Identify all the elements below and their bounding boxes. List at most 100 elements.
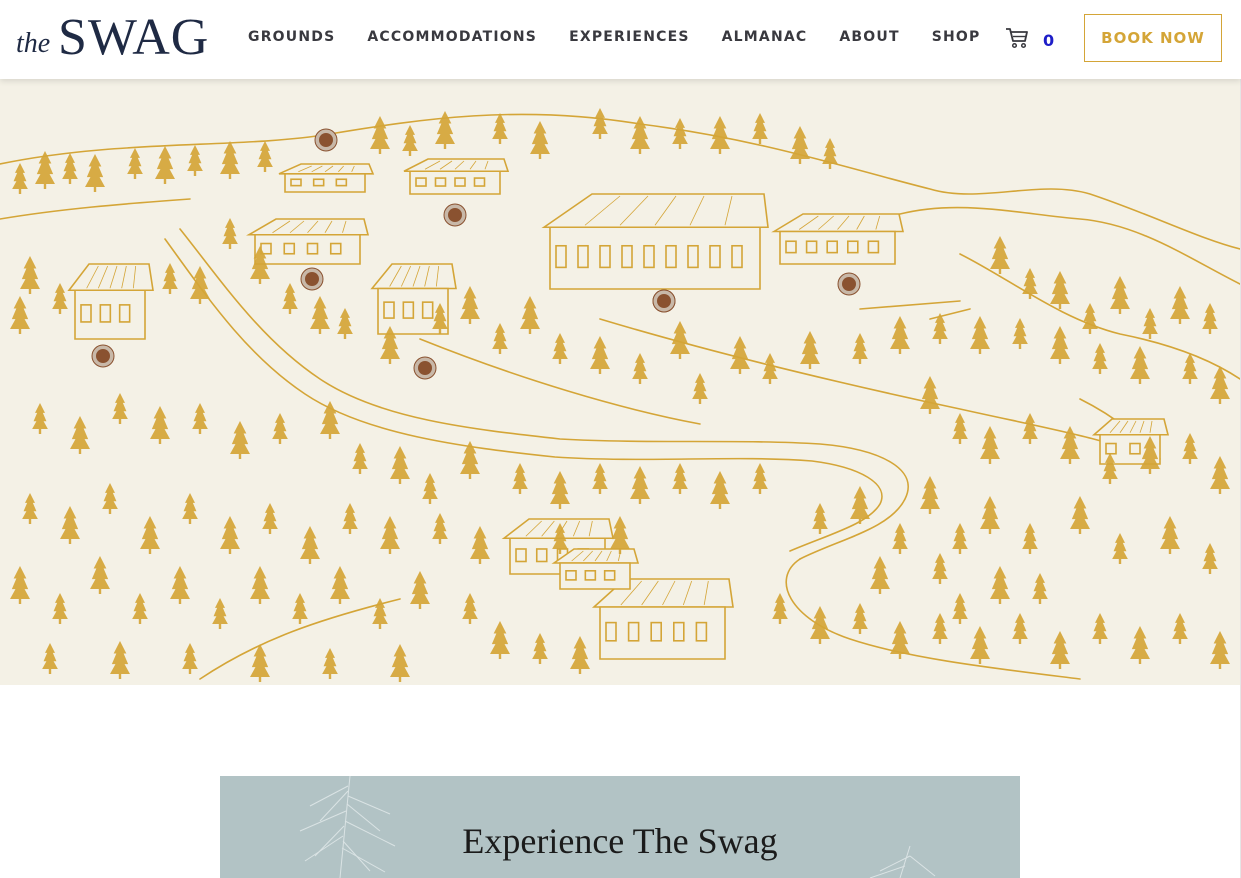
pine-tree — [532, 633, 548, 664]
experience-section: Experience The Swag — [220, 776, 1020, 878]
pine-tree — [1050, 631, 1070, 669]
pine-tree — [1022, 413, 1038, 444]
pine-tree — [952, 523, 968, 554]
pine-tree — [1130, 626, 1150, 664]
section-title: Experience The Swag — [462, 821, 778, 861]
pine-tree — [52, 283, 68, 314]
location-marker-icon[interactable] — [314, 128, 338, 152]
nav-almanac[interactable]: ALMANAC — [722, 29, 808, 45]
nav-experiences[interactable]: EXPERIENCES — [569, 29, 690, 45]
pine-tree — [892, 523, 908, 554]
lodge-building — [278, 163, 375, 193]
pine-tree — [10, 296, 30, 334]
pine-tree — [490, 621, 510, 659]
lodge-building — [541, 193, 769, 290]
pine-tree — [390, 446, 410, 484]
pine-tree — [127, 148, 143, 179]
logo-the: the — [16, 28, 51, 59]
pine-tree — [672, 118, 688, 149]
pine-tree — [342, 503, 358, 534]
nav-about[interactable]: ABOUT — [839, 29, 899, 45]
pine-tree — [370, 116, 390, 154]
site-header: the SWAG GROUNDS ACCOMMODATIONS EXPERIEN… — [0, 0, 1241, 79]
pine-tree — [1210, 631, 1230, 669]
pine-tree — [1160, 516, 1180, 554]
location-marker-icon[interactable] — [91, 344, 115, 368]
pine-tree — [1202, 543, 1218, 574]
pine-tree — [112, 393, 128, 424]
pine-tree — [812, 503, 828, 534]
pine-tree — [520, 296, 540, 334]
location-marker-icon[interactable] — [837, 272, 861, 296]
pine-tree — [22, 493, 38, 524]
pine-tree — [300, 526, 320, 564]
cart-count: 0 — [1043, 31, 1055, 50]
pine-tree — [1022, 523, 1038, 554]
nav-grounds[interactable]: GROUNDS — [248, 29, 335, 45]
pine-tree — [1182, 433, 1198, 464]
pine-tree — [170, 566, 190, 604]
pine-tree — [590, 336, 610, 374]
pine-tree — [570, 636, 590, 674]
pine-tree — [810, 606, 830, 644]
pine-tree — [460, 286, 480, 324]
pine-tree — [980, 496, 1000, 534]
pine-tree — [800, 331, 820, 369]
location-marker-icon[interactable] — [443, 203, 467, 227]
lodge-building — [67, 263, 154, 340]
pine-tree — [730, 336, 750, 374]
pine-tree — [150, 406, 170, 444]
pine-tree — [630, 116, 650, 154]
pine-tree — [12, 163, 28, 194]
site-logo[interactable]: the SWAG — [16, 10, 221, 66]
pine-tree — [632, 353, 648, 384]
pine-tree — [187, 145, 203, 176]
pine-tree — [32, 403, 48, 434]
cart-icon[interactable] — [1005, 27, 1029, 54]
pine-tree — [852, 603, 868, 634]
pine-tree — [512, 463, 528, 494]
property-map — [0, 79, 1240, 685]
pine-tree — [752, 463, 768, 494]
pine-tree — [352, 443, 368, 474]
pine-tree — [1012, 613, 1028, 644]
lodge-building — [591, 578, 734, 660]
lodge-building — [771, 213, 905, 265]
location-marker-icon[interactable] — [652, 289, 676, 313]
pine-tree — [710, 471, 730, 509]
pine-tree — [1092, 613, 1108, 644]
book-now-button[interactable]: BOOK NOW — [1084, 14, 1222, 62]
pine-tree — [1092, 343, 1108, 374]
pine-tree — [257, 141, 273, 172]
pine-tree — [432, 513, 448, 544]
pine-tree — [1032, 573, 1048, 604]
pine-tree — [1170, 286, 1190, 324]
pine-tree — [932, 553, 948, 584]
pine-tree — [102, 483, 118, 514]
pine-tree — [292, 593, 308, 624]
pine-tree — [380, 516, 400, 554]
pine-tree — [320, 401, 340, 439]
pine-tree — [970, 316, 990, 354]
pine-tree — [530, 121, 550, 159]
nav-shop[interactable]: SHOP — [932, 29, 981, 45]
pine-tree — [70, 416, 90, 454]
pine-tree — [132, 593, 148, 624]
pine-tree — [772, 593, 788, 624]
pine-tree — [42, 643, 58, 674]
nav-accommodations[interactable]: ACCOMMODATIONS — [367, 29, 537, 45]
pine-tree — [90, 556, 110, 594]
pine-tree — [1070, 496, 1090, 534]
cart-link[interactable]: 0 — [1005, 27, 1054, 54]
pine-tree — [920, 376, 940, 414]
lodge-building — [551, 548, 640, 590]
pine-tree — [990, 566, 1010, 604]
pine-tree — [230, 421, 250, 459]
pine-tree — [310, 296, 330, 334]
pine-tree — [672, 463, 688, 494]
map-illustration — [0, 108, 1240, 682]
pine-tree — [550, 471, 570, 509]
pine-tree — [435, 111, 455, 149]
location-marker-icon[interactable] — [300, 267, 324, 291]
location-marker-icon[interactable] — [413, 356, 437, 380]
